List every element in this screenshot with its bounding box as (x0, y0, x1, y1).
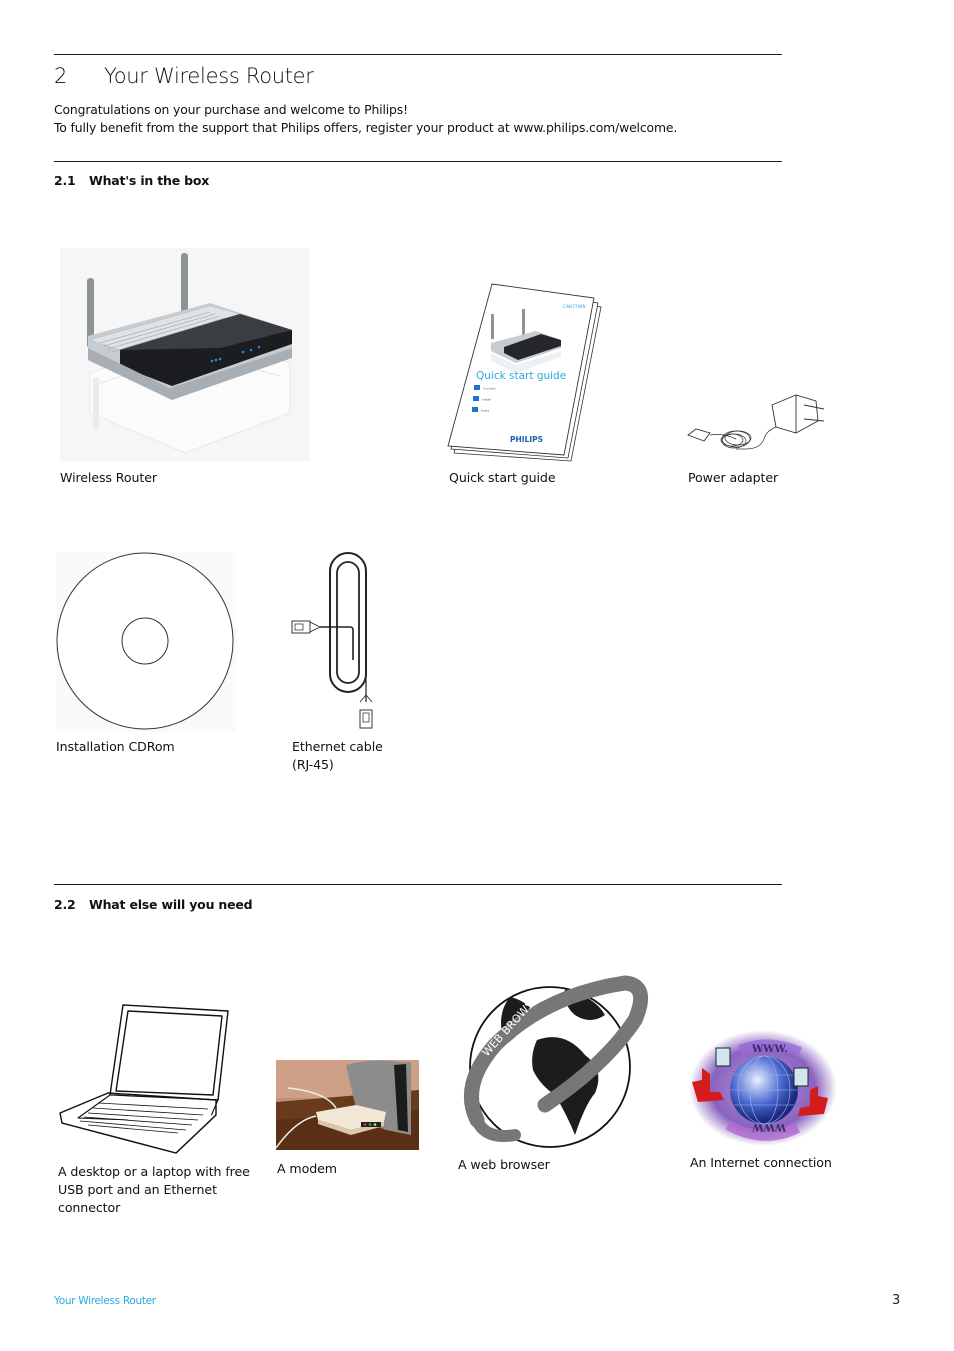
chapter-title: Your Wireless Router (104, 64, 314, 88)
intro-line-1: Congratulations on your purchase and wel… (54, 102, 408, 117)
guide-title-text: Quick start guide (476, 370, 566, 382)
guide-brand-text: PHILIPS (510, 435, 543, 444)
guide-model-text: CAW7740N (563, 304, 585, 309)
internet-top-text: WWW. (751, 1044, 788, 1055)
page-number: 3 (892, 1293, 901, 1308)
laptop-image (59, 1004, 229, 1154)
quick-start-guide-image: CAW7740N Quick start guide Connect Insta… (447, 283, 602, 462)
guide-step-connect: Connect (483, 387, 496, 391)
intro-line-2: To fully benefit from the support that P… (54, 120, 678, 135)
wireless-router-image (60, 248, 310, 461)
section-number: 2.1 (54, 173, 76, 188)
chapter-heading: 2 Your Wireless Router (54, 64, 314, 88)
modem-image (275, 1060, 419, 1150)
caption-quick-start-guide: Quick start guide (449, 470, 556, 485)
caption-laptop-line-1: A desktop or a laptop with free (58, 1164, 250, 1179)
section-heading-2-1: 2.1 What's in the box (54, 173, 209, 188)
caption-laptop: A desktop or a laptop with free USB port… (58, 1163, 250, 1217)
section-number: 2.2 (54, 897, 76, 912)
web-browser-globe-image: WEB BROWSER (463, 975, 649, 1148)
caption-web-browser: A web browser (458, 1157, 550, 1172)
caption-internet-connection: An Internet connection (690, 1155, 832, 1170)
internet-bottom-text: WWW (752, 1121, 787, 1132)
section-heading-2-2: 2.2 What else will you need (54, 897, 253, 912)
caption-cdrom: Installation CDRom (56, 739, 175, 754)
top-rule (54, 54, 782, 55)
caption-laptop-line-3: connector (58, 1200, 121, 1215)
caption-ethernet-line-2: (RJ-45) (292, 757, 334, 772)
caption-wireless-router: Wireless Router (60, 470, 157, 485)
chapter-number: 2 (54, 64, 68, 88)
caption-ethernet-cable: Ethernet cable (RJ-45) (292, 738, 383, 774)
guide-step-install: Install (482, 398, 491, 402)
footer-running-title: Your Wireless Router (54, 1295, 156, 1307)
caption-ethernet-line-1: Ethernet cable (292, 739, 383, 754)
guide-step-enjoy: Enjoy (481, 409, 489, 413)
section-title: What else will you need (89, 897, 253, 912)
internet-connection-image: WWW. WWW (689, 1030, 837, 1146)
section-title: What's in the box (89, 173, 210, 188)
section-rule-2-2 (54, 884, 782, 885)
caption-modem: A modem (277, 1161, 337, 1176)
section-rule-2-1 (54, 161, 782, 162)
ethernet-cable-image (291, 552, 373, 729)
caption-laptop-line-2: USB port and an Ethernet (58, 1182, 217, 1197)
caption-power-adapter: Power adapter (688, 470, 779, 485)
cdrom-image (56, 552, 236, 732)
power-adapter-image (687, 394, 825, 450)
